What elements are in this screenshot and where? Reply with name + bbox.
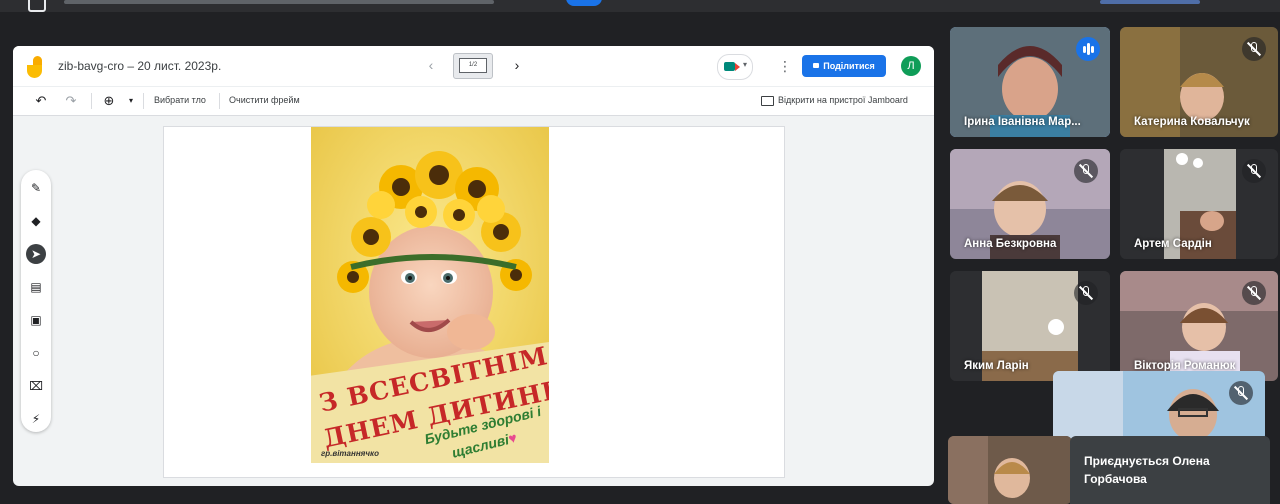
participant-tile[interactable]: Ірина Іванівна Мар...: [950, 27, 1110, 137]
participant-tile[interactable]: Вікторія Романюк: [1120, 271, 1278, 381]
share-label: Поділитися: [823, 61, 875, 71]
eraser-icon[interactable]: ◆: [26, 211, 46, 231]
participant-name: Ірина Іванівна Мар...: [964, 116, 1081, 128]
greeting-poster-image: З всесвітнім днем дитини Будьте здорові …: [311, 127, 549, 463]
frame-bar-button[interactable]: 1/2: [453, 53, 493, 79]
participant-name: Яким Ларін: [964, 360, 1029, 372]
monitor-icon: [761, 95, 774, 106]
participant-tile[interactable]: Анна Безкровна: [950, 149, 1110, 259]
lock-icon: [813, 63, 820, 69]
toggle-pill[interactable]: [566, 0, 602, 6]
mic-off-icon: [1229, 381, 1253, 405]
participant-tile[interactable]: [948, 436, 1072, 504]
self-view-tile[interactable]: [1053, 371, 1265, 441]
set-background-button[interactable]: Вибрати тло: [154, 95, 206, 105]
jam-canvas[interactable]: З всесвітнім днем дитини Будьте здорові …: [163, 126, 785, 478]
document-title[interactable]: zib-bavg-cro – 20 лист. 2023р.: [58, 59, 221, 73]
circle-shape-icon[interactable]: ○: [26, 343, 46, 363]
redo-icon[interactable]: ↷: [63, 93, 79, 109]
next-frame-button[interactable]: ›: [509, 56, 525, 74]
meet-button[interactable]: ▾: [717, 54, 753, 80]
share-button[interactable]: Поділитися: [802, 55, 886, 77]
pen-icon[interactable]: ✎: [26, 178, 46, 198]
clear-frame-button[interactable]: Очистити фрейм: [229, 95, 300, 105]
undo-icon[interactable]: ↶: [33, 93, 49, 109]
jamboard-window: zib-bavg-cro – 20 лист. 2023р. ‹ 1/2 › ▾…: [13, 46, 934, 486]
image-icon[interactable]: ▣: [26, 310, 46, 330]
camera-icon: [724, 62, 735, 71]
laser-icon[interactable]: ⚡: [26, 409, 46, 429]
chevron-down-icon: ▾: [743, 60, 748, 69]
mic-off-icon: [1242, 281, 1266, 305]
mic-off-icon: [1242, 37, 1266, 61]
checkbox-icon[interactable]: [28, 0, 46, 12]
participant-name: Анна Безкровна: [964, 238, 1057, 250]
select-pointer-icon[interactable]: ➤: [26, 244, 46, 264]
jamboard-logo-icon: [27, 56, 45, 78]
mic-off-icon: [1242, 159, 1266, 183]
jamboard-toolbar: ↶ ↷ ⊕ ▾ Вибрати тло Очистити фрейм Відкр…: [13, 86, 934, 116]
participant-name: Артем Сардін: [1134, 238, 1212, 250]
previous-frame-button[interactable]: ‹: [423, 56, 439, 74]
zoom-icon[interactable]: ⊕: [101, 93, 117, 109]
sticky-note-icon[interactable]: ▤: [26, 277, 46, 297]
joining-notice: Приєднується Олена Горбачова: [1084, 454, 1210, 486]
text-box-icon[interactable]: ⌧: [26, 376, 46, 396]
tool-palette: ✎ ◆ ➤ ▤ ▣ ○ ⌧ ⚡: [21, 170, 51, 432]
frame-indicator: 1/2: [468, 62, 478, 68]
participant-tile[interactable]: Катерина Ковальчук: [1120, 27, 1278, 137]
participant-tile[interactable]: Яким Ларін: [950, 271, 1110, 381]
participant-name: Катерина Ковальчук: [1134, 116, 1250, 128]
chevron-down-icon[interactable]: ▾: [123, 93, 139, 109]
jamboard-header: zib-bavg-cro – 20 лист. 2023р. ‹ 1/2 › ▾…: [13, 46, 934, 86]
mic-off-icon: [1074, 281, 1098, 305]
avatar[interactable]: Л: [901, 56, 921, 76]
mic-off-icon: [1074, 159, 1098, 183]
more-options-icon[interactable]: ⋮: [778, 58, 792, 74]
top-banner: [0, 0, 1280, 12]
participant-tile[interactable]: Артем Сардін: [1120, 149, 1278, 259]
open-on-device-button[interactable]: Відкрити на пристрої Jamboard: [761, 95, 908, 106]
poster-credit: гр.вітаннячко: [321, 449, 379, 458]
speaking-indicator-icon: [1076, 37, 1100, 61]
